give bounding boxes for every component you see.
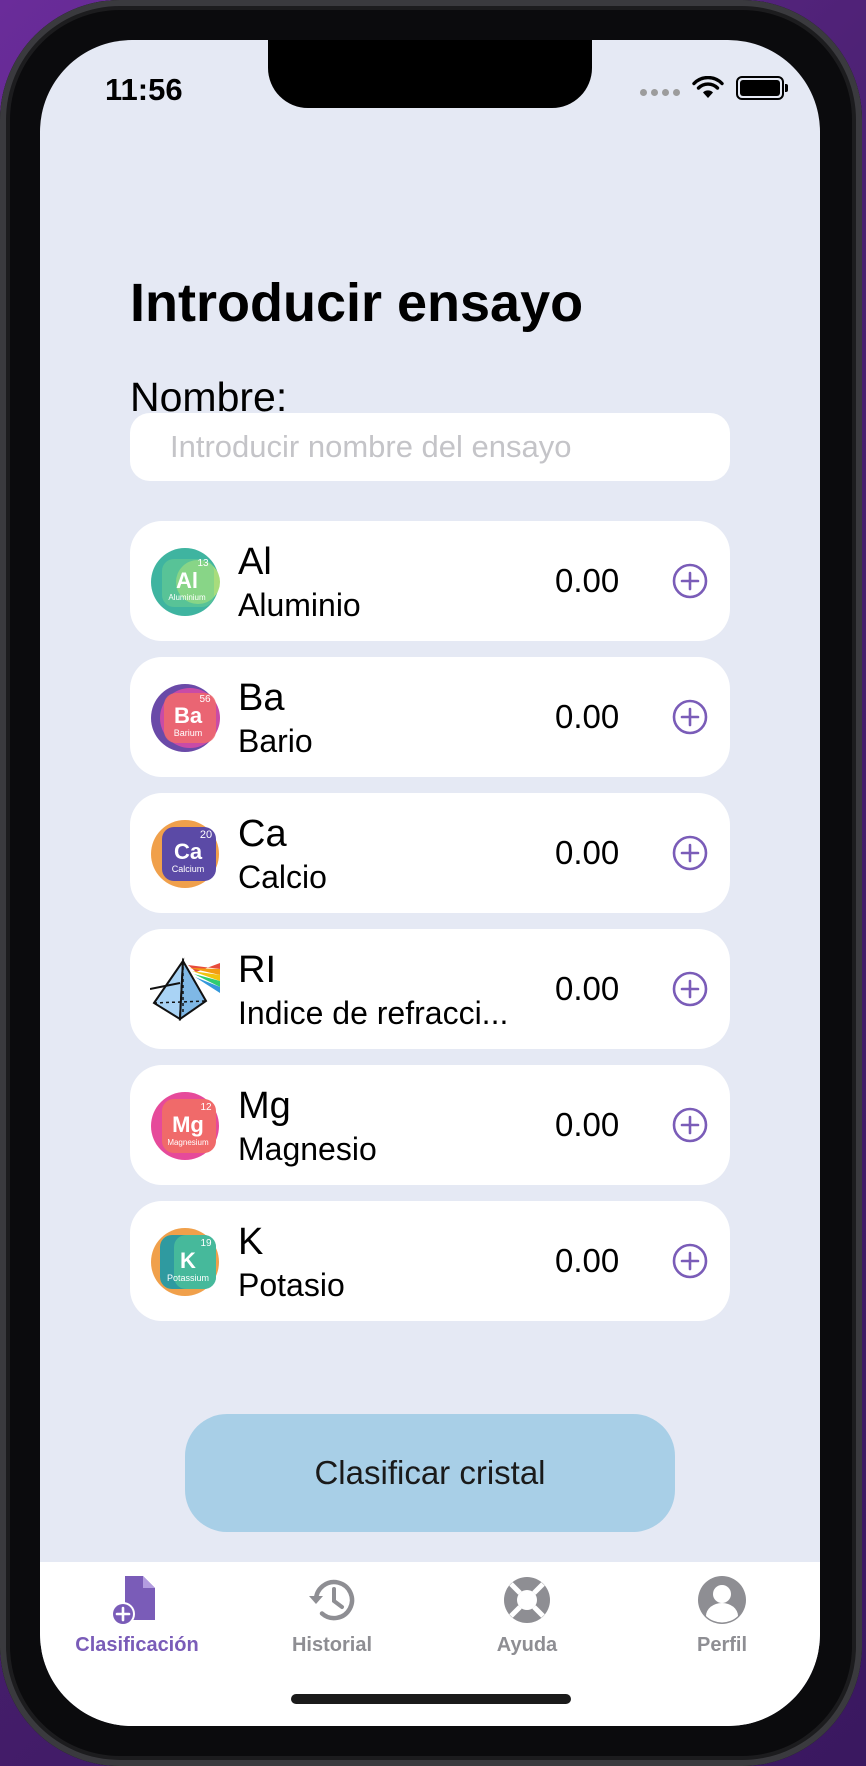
element-value: 0.00 — [555, 834, 620, 871]
tab-ayuda[interactable]: Ayuda — [447, 1572, 607, 1657]
aluminium-icon: 13 Al Aluminium — [151, 548, 220, 616]
barium-symbol: Ba — [174, 703, 203, 728]
potassium-symbol: K — [180, 1248, 196, 1273]
lifebuoy-icon — [504, 1577, 550, 1623]
element-symbol: K — [238, 1221, 264, 1263]
element-value: 0.00 — [555, 562, 620, 599]
potassium-icon: 19 K Potassium — [151, 1228, 219, 1296]
aluminium-label: Aluminium — [168, 593, 206, 602]
add-circle-icon[interactable] — [672, 699, 708, 735]
tab-perfil[interactable]: Perfil — [642, 1572, 802, 1657]
notch — [268, 40, 592, 108]
tab-label: Ayuda — [496, 1634, 558, 1656]
calcium-icon: 20 Ca Calcium — [151, 820, 219, 888]
element-name: Calcio — [238, 859, 327, 895]
profile-icon — [698, 1576, 746, 1624]
signal-icon — [640, 88, 680, 96]
add-circle-icon[interactable] — [672, 1107, 708, 1143]
aluminium-symbol: Al — [176, 568, 198, 593]
app-screen: 11:56 Introducir ensayo Nombre: 13 Al Al… — [40, 40, 820, 1726]
add-document-icon — [111, 1576, 155, 1626]
test-name-input[interactable] — [130, 413, 730, 481]
element-row-ri: RI Indice de refracci... 0.00 — [130, 929, 730, 1049]
element-value: 0.00 — [555, 1106, 620, 1143]
classify-crystal-button[interactable]: Clasificar cristal — [185, 1414, 675, 1532]
element-name: Magnesio — [238, 1131, 377, 1167]
element-list: 13 Al Aluminium Al Aluminio 0.00 56 Ba B… — [130, 521, 730, 1337]
element-symbol: Al — [238, 541, 272, 583]
home-indicator[interactable] — [291, 1694, 571, 1704]
status-time: 11:56 — [105, 72, 183, 107]
element-value: 0.00 — [555, 1242, 620, 1279]
status-icons — [640, 76, 788, 100]
aluminium-number: 13 — [197, 558, 209, 569]
calcium-label: Calcium — [172, 864, 205, 874]
page-title: Introducir ensayo — [130, 273, 584, 333]
element-name: Potasio — [238, 1267, 345, 1303]
element-row-al: 13 Al Aluminium Al Aluminio 0.00 — [130, 521, 730, 641]
prism-icon — [150, 957, 220, 1021]
element-symbol: Ba — [238, 677, 285, 719]
element-symbol: Mg — [238, 1085, 291, 1127]
tab-historial[interactable]: Historial — [252, 1572, 412, 1657]
tab-label: Historial — [291, 1634, 373, 1656]
barium-icon: 56 Ba Barium — [151, 684, 220, 752]
potassium-number: 19 — [200, 1238, 212, 1249]
battery-icon — [736, 76, 788, 100]
element-row-ba: 56 Ba Barium Ba Bario 0.00 — [130, 657, 730, 777]
element-row-mg: 12 Mg Magnesium Mg Magnesio 0.00 — [130, 1065, 730, 1185]
magnesium-label: Magnesium — [167, 1138, 209, 1147]
element-name: Bario — [238, 723, 313, 759]
magnesium-icon: 12 Mg Magnesium — [151, 1092, 219, 1160]
potassium-label: Potassium — [167, 1273, 209, 1283]
add-circle-icon[interactable] — [672, 971, 708, 1007]
tab-label: Perfil — [696, 1634, 748, 1656]
barium-label: Barium — [174, 728, 203, 738]
wifi-icon — [692, 76, 724, 98]
tab-clasificacion[interactable]: Clasificación — [57, 1572, 217, 1657]
calcium-symbol: Ca — [174, 839, 203, 864]
add-circle-icon[interactable] — [672, 1243, 708, 1279]
history-icon — [309, 1579, 355, 1621]
element-symbol: RI — [238, 949, 276, 991]
element-row-ca: 20 Ca Calcium Ca Calcio 0.00 — [130, 793, 730, 913]
element-value: 0.00 — [555, 970, 620, 1007]
add-circle-icon[interactable] — [672, 835, 708, 871]
element-row-k: 19 K Potassium K Potasio 0.00 — [130, 1201, 730, 1321]
add-circle-icon[interactable] — [672, 563, 708, 599]
element-name: Indice de refracci... — [238, 995, 509, 1031]
tab-label: Clasificación — [75, 1634, 199, 1656]
element-symbol: Ca — [238, 813, 287, 855]
element-name: Aluminio — [238, 587, 361, 623]
element-value: 0.00 — [555, 698, 620, 735]
magnesium-symbol: Mg — [172, 1112, 204, 1137]
